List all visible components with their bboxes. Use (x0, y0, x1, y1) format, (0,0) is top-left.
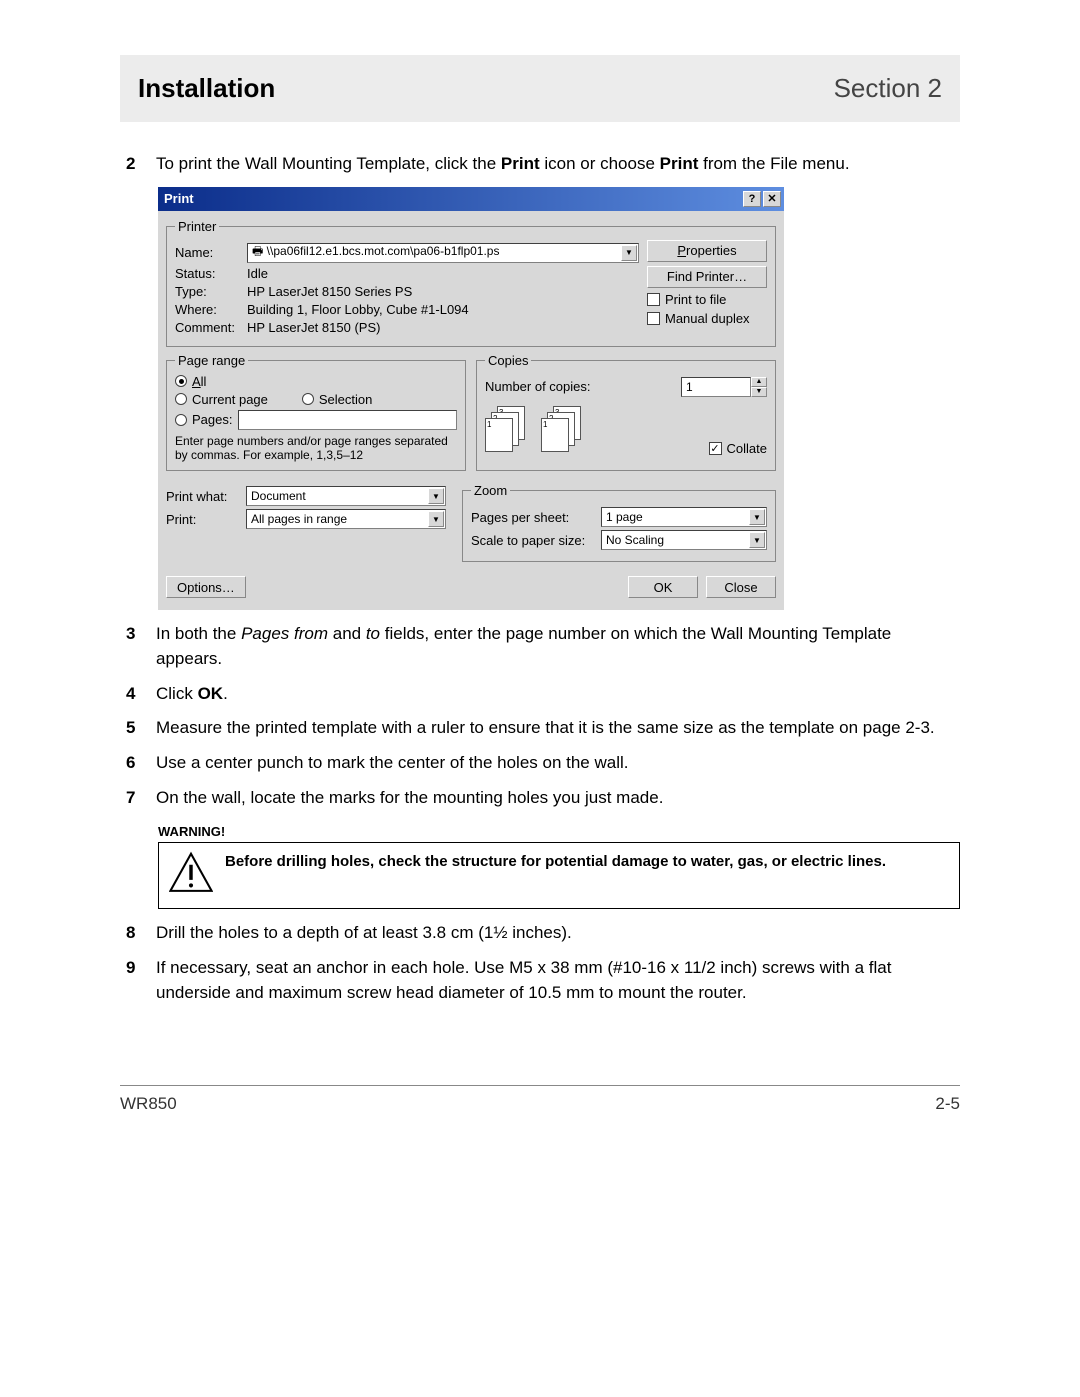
print-to-file-checkbox[interactable]: Print to file (647, 292, 767, 307)
chevron-down-icon[interactable]: ▼ (749, 532, 765, 548)
section-label: Section 2 (834, 73, 942, 104)
options-button[interactable]: Options… (166, 576, 246, 598)
footer-model: WR850 (120, 1094, 177, 1114)
copies-spinner[interactable]: 1 ▲▼ (681, 377, 767, 397)
zoom-group: Zoom Pages per sheet: 1 page▼ Scale to p… (462, 483, 776, 562)
manual-duplex-checkbox[interactable]: Manual duplex (647, 311, 767, 326)
find-printer-button[interactable]: Find Printer… (647, 266, 767, 288)
collate-illustration: 321 321 (485, 406, 583, 452)
step-9: 9If necessary, seat an anchor in each ho… (126, 956, 960, 1005)
collate-checkbox[interactable]: ✓Collate (709, 441, 767, 456)
print-range-select[interactable]: All pages in range▼ (246, 509, 446, 529)
page-footer: WR850 2-5 (120, 1094, 960, 1114)
step-3: 3 In both the Pages from and to fields, … (126, 622, 960, 671)
close-button[interactable]: Close (706, 576, 776, 598)
dialog-titlebar[interactable]: Print ? ✕ (158, 187, 784, 211)
scale-to-paper-select[interactable]: No Scaling▼ (601, 530, 767, 550)
spinner-down-icon[interactable]: ▼ (751, 387, 767, 397)
pages-input[interactable] (238, 410, 457, 430)
step-4: 4 Click OK. (126, 682, 960, 707)
close-icon[interactable]: ✕ (763, 191, 781, 207)
step-5: 5Measure the printed template with a rul… (126, 716, 960, 741)
step-7: 7On the wall, locate the marks for the m… (126, 786, 960, 811)
pages-per-sheet-select[interactable]: 1 page▼ (601, 507, 767, 527)
chevron-down-icon[interactable]: ▼ (428, 488, 444, 504)
chevron-down-icon[interactable]: ▼ (428, 511, 444, 527)
page-range-group: Page range All Current page Selection Pa… (166, 353, 466, 472)
print-what-select[interactable]: Document▼ (246, 486, 446, 506)
printer-name-select[interactable]: 🖶 \\pa06fil12.e1.bcs.mot.com\pa06-b1flp0… (247, 243, 639, 263)
range-selection-radio[interactable]: Selection (302, 392, 372, 407)
warning-icon (169, 851, 213, 900)
properties-button[interactable]: Properties (647, 240, 767, 262)
range-current-radio[interactable]: Current page (175, 392, 268, 407)
warning-title: WARNING! (158, 824, 960, 839)
print-dialog: Print ? ✕ Printer Name: 🖶 \\pa06fil12.e1… (158, 187, 784, 611)
chevron-down-icon[interactable]: ▼ (749, 509, 765, 525)
copies-group: Copies Number of copies: 1 ▲▼ 321 321 (476, 353, 776, 472)
page-header: Installation Section 2 (120, 55, 960, 122)
page-title: Installation (138, 73, 275, 104)
spinner-up-icon[interactable]: ▲ (751, 377, 767, 387)
warning-text: Before drilling holes, check the structu… (225, 851, 886, 872)
footer-rule (120, 1085, 960, 1086)
step-2: 2 To print the Wall Mounting Template, c… (126, 152, 960, 177)
dialog-title: Print (164, 191, 741, 206)
printer-group: Printer Name: 🖶 \\pa06fil12.e1.bcs.mot.c… (166, 219, 776, 347)
chevron-down-icon[interactable]: ▼ (621, 245, 637, 261)
step-8: 8Drill the holes to a depth of at least … (126, 921, 960, 946)
help-button[interactable]: ? (743, 191, 761, 207)
footer-page-number: 2-5 (935, 1094, 960, 1114)
range-pages-radio[interactable]: Pages: (175, 412, 232, 427)
warning-block: WARNING! Before drilling holes, check th… (158, 824, 960, 909)
step-6: 6Use a center punch to mark the center o… (126, 751, 960, 776)
ok-button[interactable]: OK (628, 576, 698, 598)
range-all-radio[interactable]: All (175, 374, 457, 389)
